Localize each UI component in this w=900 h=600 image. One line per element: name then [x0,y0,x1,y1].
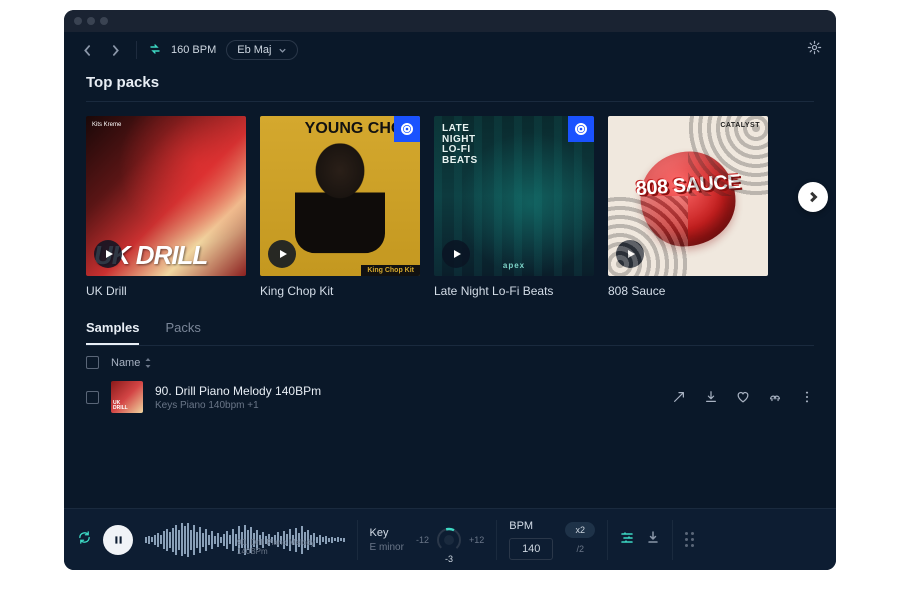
play-overlay-button[interactable] [616,240,644,268]
column-name-label: Name [111,357,140,369]
partner-badge-icon [394,116,420,142]
section-title: Top packs [86,74,814,91]
now-playing-title: 90. Drill Piano Melody 140BPm [237,538,345,556]
pitch-knob-group: -12 -3 +12 [416,526,484,554]
bpm-multiplier-group: x2 /2 [565,522,595,557]
player-separator [496,520,497,560]
pack-title: Late Night Lo-Fi Beats [434,284,594,298]
pack-cover-brand: apex [503,261,525,270]
download-button[interactable] [646,530,660,549]
sync-icon[interactable] [149,43,161,58]
select-all-checkbox[interactable] [86,356,99,369]
pack-card[interactable]: CATALYST 808 SAUCE 808 Sauce [608,116,768,298]
drag-handle[interactable] [685,532,694,547]
divider [86,101,814,102]
bpm-display[interactable]: 160 BPM [171,44,216,56]
nav-back-button[interactable] [78,41,96,59]
column-name-header[interactable]: Name [111,357,152,369]
settings-button[interactable] [807,40,822,60]
window-dot [100,17,108,25]
pack-cover-brand: CATALYST [720,122,760,129]
key-selector[interactable]: Eb Maj [226,40,297,60]
tab-samples[interactable]: Samples [86,320,139,345]
pack-cover-text: 808 SAUCE [635,171,741,201]
partner-badge-icon [568,116,594,142]
table-header: Name [86,346,814,375]
pack-card[interactable]: Kits Kreme UK DRILL UK Drill [86,116,246,298]
pack-cover: CATALYST 808 SAUCE [608,116,768,276]
filter-button[interactable] [620,530,634,549]
pack-cover-figure [295,143,385,253]
sample-actions [672,390,814,404]
bpm-double-button[interactable]: x2 [565,522,595,538]
pack-cover: YOUNG CHOP King Chop Kit [260,116,420,276]
bpm-input[interactable]: 140 [509,538,553,560]
row-checkbox[interactable] [86,391,99,404]
pack-title: King Chop Kit [260,284,420,298]
pack-cover-bar: King Chop Kit [361,265,420,276]
toolbar-separator [136,41,137,59]
tab-packs[interactable]: Packs [165,320,200,345]
knob-min: -12 [416,535,429,545]
player-separator [672,520,673,560]
chevron-down-icon [278,46,287,55]
sample-row[interactable]: 90. Drill Piano Melody 140BPm Keys Piano… [86,375,814,419]
key-value: Eb Maj [237,44,271,56]
key-label: Key [370,527,404,539]
window-dot [87,17,95,25]
pack-cover-sublabel: Kits Kreme [92,122,121,128]
sample-meta: Keys Piano 140bpm +1 [155,400,660,411]
toolbar: 160 BPM Eb Maj [64,32,836,68]
download-icon[interactable] [704,390,718,404]
pack-cover: Kits Kreme UK DRILL [86,116,246,276]
carousel-next-button[interactable] [798,182,828,212]
preview-icon[interactable] [768,390,782,404]
bpm-half-button[interactable]: /2 [565,541,595,557]
nav-forward-button[interactable] [106,41,124,59]
knob-value: -3 [435,554,463,564]
player-bar: 90. Drill Piano Melody 140BPm Key E mino… [64,508,836,570]
main-content: Top packs Kits Kreme UK DRILL UK Drill Y… [64,68,836,419]
pack-cover-artwork [641,152,736,247]
bpm-display: BPM 140 [509,520,553,560]
play-overlay-button[interactable] [442,240,470,268]
titlebar [64,10,836,32]
packs-carousel: Kits Kreme UK DRILL UK Drill YOUNG CHOP … [86,116,814,298]
favorite-icon[interactable] [736,390,750,404]
knob-max: +12 [469,535,484,545]
tabs: Samples Packs [86,320,814,346]
pack-title: 808 Sauce [608,284,768,298]
loop-button[interactable] [78,531,91,549]
pitch-knob[interactable]: -3 [435,526,463,554]
pack-card[interactable]: YOUNG CHOP King Chop Kit King Chop Kit [260,116,420,298]
pack-cover: LATE NIGHT LO-FI BEATS apex [434,116,594,276]
sample-info: 90. Drill Piano Melody 140BPm Keys Piano… [155,384,660,411]
player-separator [607,520,608,560]
pack-card[interactable]: LATE NIGHT LO-FI BEATS apex Late Night L… [434,116,594,298]
more-icon[interactable] [800,390,814,404]
player-separator [357,520,358,560]
window-dot [74,17,82,25]
sample-thumbnail [111,381,143,413]
sort-icon [144,358,152,368]
app-window: 160 BPM Eb Maj Top packs Kits Kreme UK D… [64,10,836,570]
pack-title: UK Drill [86,284,246,298]
sample-name: 90. Drill Piano Melody 140BPm [155,384,660,398]
key-display: Key E minor [370,527,404,553]
send-to-icon[interactable] [672,390,686,404]
bpm-label: BPM [509,520,553,532]
key-value: E minor [370,542,404,553]
pack-cover-text: LATE NIGHT LO-FI BEATS [442,124,478,166]
pause-button[interactable] [103,525,133,555]
play-overlay-button[interactable] [94,240,122,268]
play-overlay-button[interactable] [268,240,296,268]
